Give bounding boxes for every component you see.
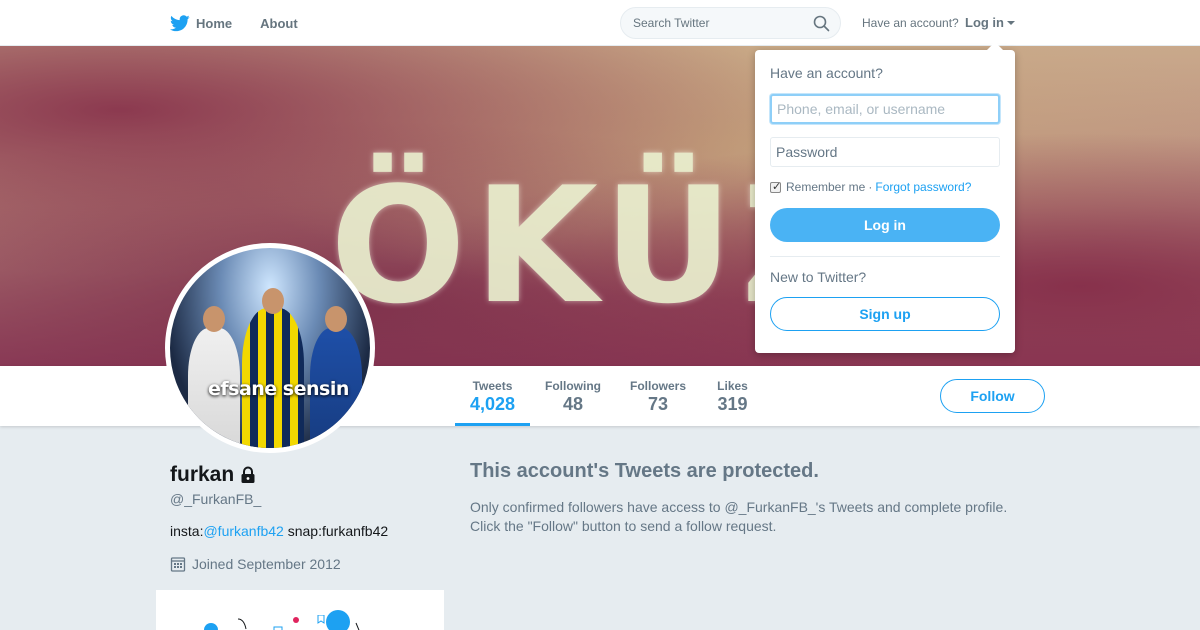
stat-likes-label: Likes <box>717 379 748 393</box>
profile-name[interactable]: furkan <box>170 463 234 487</box>
nav-about[interactable]: About <box>260 16 298 31</box>
protected-message-line: Click the "Follow" button to send a foll… <box>470 518 777 534</box>
avatar-figure-head <box>262 288 284 314</box>
forgot-password-link[interactable]: Forgot password? <box>875 180 971 194</box>
calendar-icon <box>170 556 186 572</box>
username-field[interactable] <box>770 94 1000 124</box>
password-field[interactable] <box>770 137 1000 167</box>
protected-message: Only confirmed followers have access to … <box>470 498 1030 536</box>
nav-left: Home About <box>170 0 326 46</box>
login-dropdown-toggle[interactable]: Log in <box>965 15 1015 30</box>
avatar-figure-head <box>203 306 225 332</box>
stat-followers-label: Followers <box>629 379 686 393</box>
avatar-text: efsane sensin <box>208 378 349 400</box>
joined-text: Joined September 2012 <box>192 556 341 572</box>
joined-date: Joined September 2012 <box>170 556 341 572</box>
search-box <box>620 7 841 39</box>
stat-tweets-label: Tweets <box>472 379 513 393</box>
bio-prefix: insta: <box>170 523 204 539</box>
profile-handle[interactable]: @_FurkanFB_ <box>170 491 261 507</box>
login-toggle-label: Log in <box>965 15 1004 30</box>
stat-likes[interactable]: Likes 319 <box>710 366 755 426</box>
divider <box>770 256 1000 257</box>
remember-me-checkbox[interactable] <box>770 180 781 193</box>
lock-icon <box>239 466 257 484</box>
stat-following-label: Following <box>545 379 601 393</box>
nav-home[interactable]: Home <box>170 14 233 32</box>
stat-following-value: 48 <box>562 394 584 414</box>
avatar-figure-head <box>325 306 347 332</box>
bio-suffix: snap:furkanfb42 <box>283 523 389 539</box>
avatar[interactable]: efsane sensin <box>165 243 375 453</box>
stat-followers-value: 73 <box>647 394 669 414</box>
login-dropdown: Have an account? Remember me · Forgot pa… <box>755 42 1015 353</box>
have-account-text: Have an account? <box>862 16 959 30</box>
stat-following[interactable]: Following 48 <box>537 366 609 426</box>
new-to-twitter-text: New to Twitter? <box>770 269 867 285</box>
bio-instagram-link[interactable]: @furkanfb42 <box>203 523 283 539</box>
search-icon[interactable] <box>813 15 830 35</box>
signup-button[interactable]: Sign up <box>770 297 1000 331</box>
profile-bio: insta:@furkanfb42 snap:furkanfb42 <box>170 523 388 539</box>
promo-illustration <box>237 615 360 630</box>
promo-illustration-dot <box>204 623 218 630</box>
top-navigation: Home About Have an account? Log in <box>0 0 1200 46</box>
separator: · <box>868 180 873 194</box>
login-button[interactable]: Log in <box>770 208 1000 242</box>
protected-title: This account's Tweets are protected. <box>470 460 819 482</box>
profile-name-row: furkan <box>170 463 257 487</box>
protected-message-line: Only confirmed followers have access to … <box>470 499 1008 515</box>
stat-followers[interactable]: Followers 73 <box>624 366 692 426</box>
twitter-bird-icon <box>170 14 190 32</box>
stat-tweets-value: 4,028 <box>469 394 516 414</box>
remember-row: Remember me · Forgot password? <box>770 180 1000 194</box>
search-input[interactable] <box>633 16 803 30</box>
stat-likes-value: 319 <box>717 394 748 414</box>
login-dropdown-title: Have an account? <box>770 65 883 81</box>
stat-tweets[interactable]: Tweets 4,028 <box>455 366 530 426</box>
remember-me-label[interactable]: Remember me <box>786 180 865 194</box>
follow-button[interactable]: Follow <box>940 379 1045 413</box>
promo-card <box>156 590 444 630</box>
nav-home-label: Home <box>196 15 233 31</box>
nav-about-label: About <box>260 15 298 31</box>
chevron-down-icon <box>1007 21 1015 25</box>
